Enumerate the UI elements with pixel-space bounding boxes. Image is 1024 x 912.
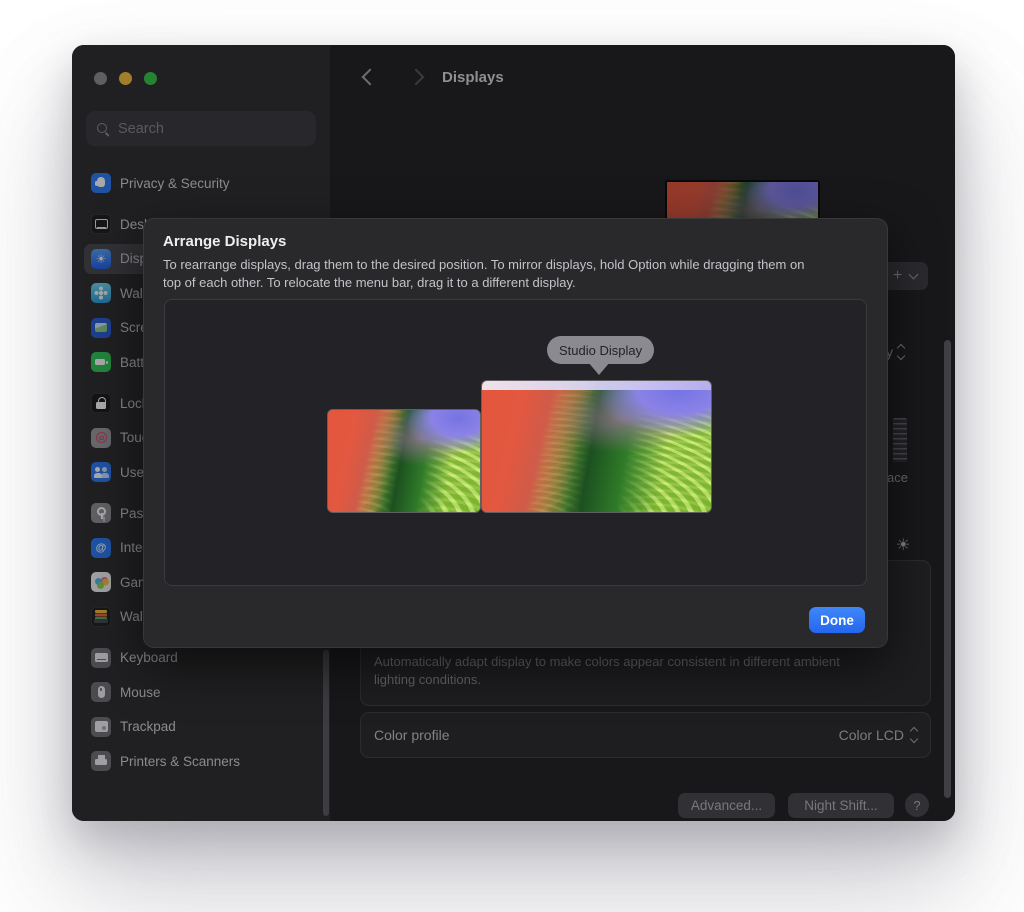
system-settings-window: Search Privacy & SecurityDesktop & DockD… bbox=[72, 45, 955, 821]
page: Search Privacy & SecurityDesktop & DockD… bbox=[0, 0, 1024, 912]
menu-bar-strip bbox=[482, 381, 711, 390]
studio-display[interactable] bbox=[482, 381, 711, 512]
arrangement-panel: Studio Display bbox=[164, 299, 867, 586]
arrange-displays-sheet: Arrange Displays To rearrange displays, … bbox=[143, 218, 888, 648]
sheet-description: To rearrange displays, drag them to the … bbox=[163, 256, 815, 292]
display-name-tooltip: Studio Display bbox=[547, 336, 654, 364]
builtin-display[interactable] bbox=[328, 410, 480, 512]
done-button[interactable]: Done bbox=[809, 607, 865, 633]
sheet-title: Arrange Displays bbox=[163, 233, 286, 250]
